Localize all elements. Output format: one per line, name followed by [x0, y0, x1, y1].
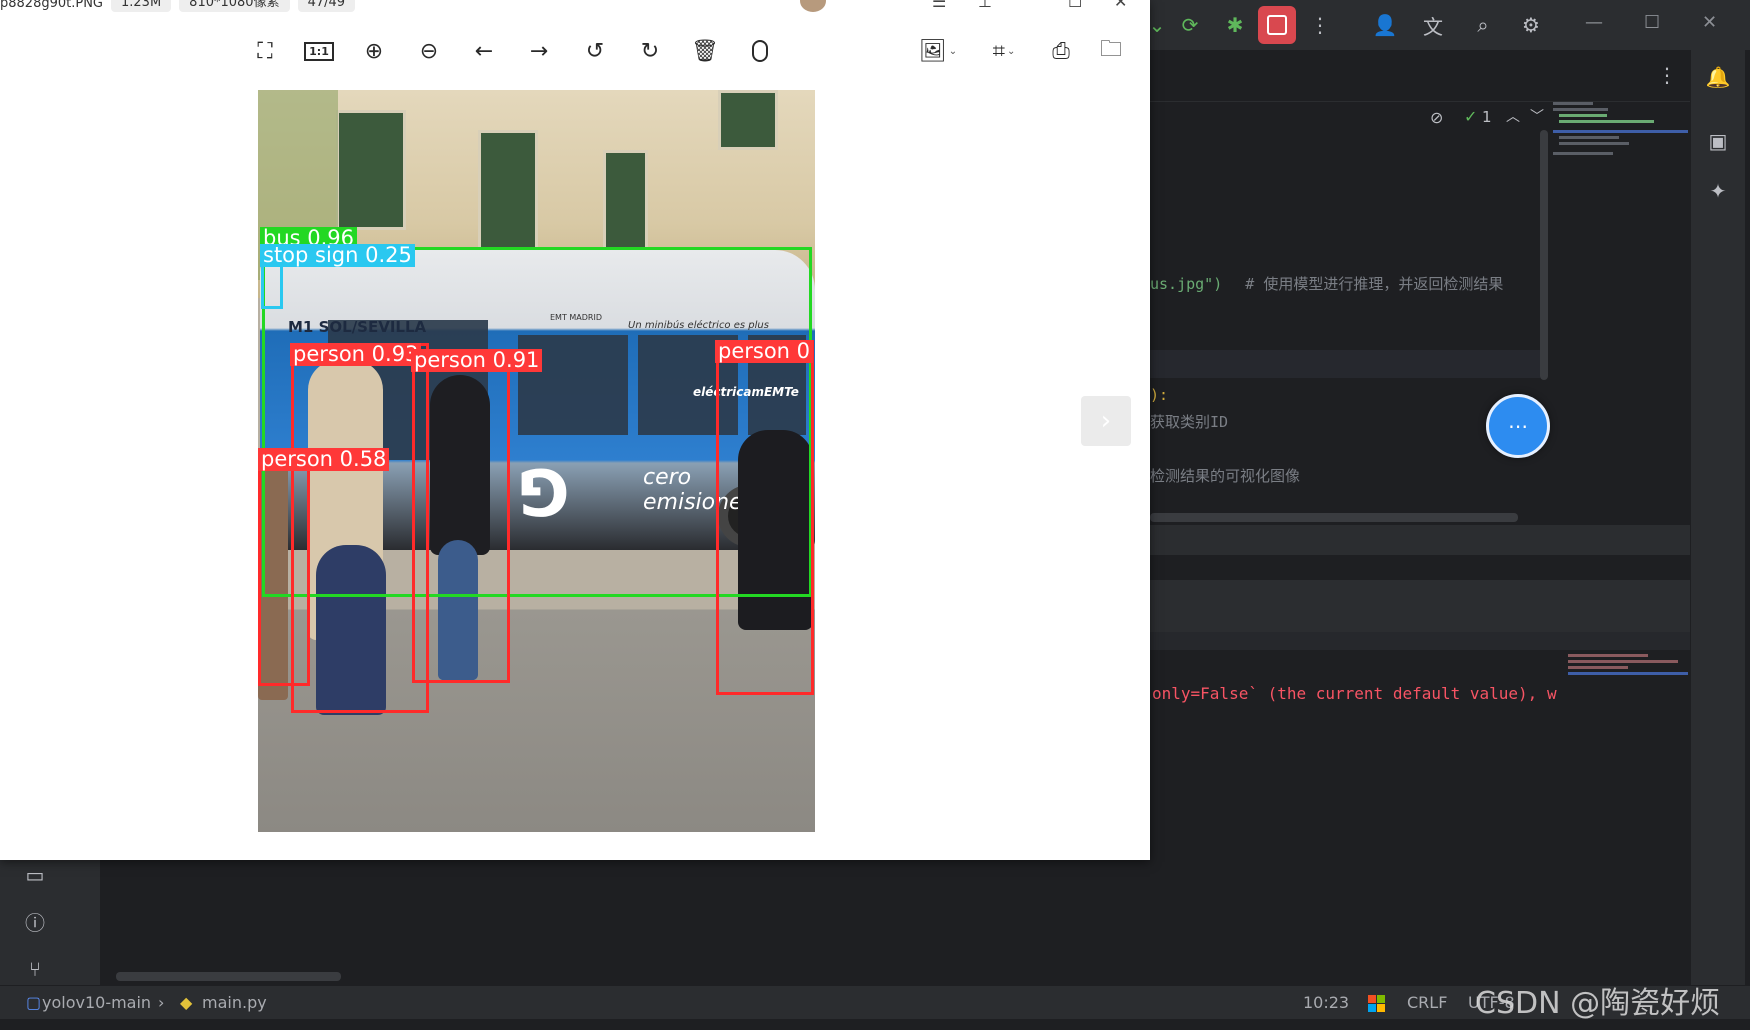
- detection-box-person-2[interactable]: [412, 354, 510, 683]
- debug-icon[interactable]: ✱: [1220, 10, 1250, 40]
- detection-box-person-1[interactable]: [291, 343, 429, 713]
- sparkle-icon[interactable]: ✦: [1703, 176, 1733, 206]
- more-vertical-icon[interactable]: ⋮: [1305, 10, 1335, 40]
- detection-label-person-1: person 0.93: [290, 343, 422, 366]
- module-icon: ▢: [26, 993, 42, 1012]
- chevron-down-icon[interactable]: ﹀: [1530, 106, 1544, 126]
- close-icon[interactable]: ✕: [1114, 0, 1127, 11]
- minimize-icon[interactable]: —: [1585, 12, 1603, 33]
- stop-button[interactable]: [1258, 6, 1296, 44]
- rotate-left-icon[interactable]: ↺: [580, 36, 610, 66]
- editor-vertical-scrollbar[interactable]: [1540, 130, 1548, 380]
- fullscreen-icon[interactable]: ⛶: [250, 36, 280, 66]
- image-dimensions: 810*1080像素: [179, 0, 290, 12]
- code-string: us.jpg"): [1150, 275, 1223, 293]
- mouse-mode-icon[interactable]: [745, 36, 775, 66]
- inspection-ok-icon[interactable]: ✓: [1464, 107, 1477, 126]
- python-file-icon: ◆: [180, 993, 193, 1012]
- viewer-title-bar: p8828g90t.PNG 1.23M 810*1080像素 47/49: [0, 0, 356, 12]
- detection-box-person-4[interactable]: [716, 340, 814, 695]
- building-window: [718, 90, 778, 150]
- file-size: 1.23M: [111, 0, 172, 12]
- watermark: CSDN @陶瓷好烦: [1475, 986, 1721, 1021]
- editor-horizontal-scrollbar[interactable]: [1150, 513, 1518, 522]
- next-arrow-icon[interactable]: →: [524, 36, 554, 66]
- git-icon[interactable]: ⑂: [20, 954, 50, 984]
- ide-toolbar: ⌄ ⟳ ✱ ⋮ 👤 文 ⌕ ⚙ — ☐ ✕: [1149, 0, 1750, 50]
- project-icon[interactable]: ▭: [20, 860, 50, 890]
- image-counter: 47/49: [297, 0, 356, 12]
- ai-assistant-icon[interactable]: ▣: [1703, 126, 1733, 156]
- floating-assistant-button[interactable]: ⋯: [1486, 394, 1550, 458]
- detection-label-person-3: person 0.58: [258, 448, 390, 471]
- code-line[interactable]: us.jpg") # 使用模型进行推理，并返回检测结果: [1150, 273, 1503, 294]
- building-window: [336, 110, 406, 230]
- breadcrumb-project[interactable]: yolov10-main: [42, 993, 151, 1012]
- add-user-icon[interactable]: 👤: [1370, 10, 1400, 40]
- editor-menu-icon[interactable]: ⋮: [1652, 60, 1682, 90]
- detection-label-person-4: person 0: [715, 340, 814, 363]
- problems-icon[interactable]: ⓘ: [20, 906, 50, 936]
- actual-size-icon[interactable]: 1:1: [304, 36, 334, 66]
- file-name: p8828g90t.PNG: [0, 0, 103, 11]
- search-icon[interactable]: ⌕: [1468, 10, 1498, 40]
- crop-icon[interactable]: ⌗ ⌄: [984, 36, 1024, 66]
- rotate-right-icon[interactable]: ↻: [635, 36, 665, 66]
- detection-label-stop-sign: stop sign 0.25: [260, 244, 415, 267]
- breadcrumb-separator: ›: [158, 993, 165, 1012]
- open-folder-icon[interactable]: 🗀: [1096, 36, 1126, 66]
- close-icon[interactable]: ✕: [1702, 12, 1717, 33]
- hide-inspections-icon[interactable]: ⊘: [1430, 108, 1443, 127]
- code-minimap[interactable]: [1553, 100, 1688, 180]
- translate-icon[interactable]: 文: [1418, 10, 1448, 40]
- current-line-highlight: [1150, 350, 1540, 378]
- code-comment[interactable]: 获取类别ID: [1150, 411, 1228, 432]
- detection-box-person-3[interactable]: [258, 448, 310, 686]
- console-warning-text: only=False` (the current default value),…: [1152, 684, 1557, 703]
- bottom-horizontal-scrollbar[interactable]: [116, 972, 341, 981]
- rerun-icon[interactable]: ⟳: [1175, 10, 1205, 40]
- detection-label-person-2: person 0.91: [411, 349, 543, 372]
- breadcrumb-file[interactable]: main.py: [202, 993, 267, 1012]
- code-comment: # 使用模型进行推理，并返回检测结果: [1245, 275, 1504, 293]
- print-icon[interactable]: ⎙: [1046, 36, 1076, 66]
- zoom-in-icon[interactable]: ⊕: [359, 36, 389, 66]
- cursor-position[interactable]: 10:23: [1303, 993, 1349, 1012]
- menu-icon[interactable]: ☰: [932, 0, 946, 11]
- console-minimap: [1568, 652, 1688, 682]
- delete-icon[interactable]: 🗑: [690, 36, 720, 66]
- detection-result-image[interactable]: M1 SOL/SEVILLA Un minibús eléctrico es p…: [258, 90, 815, 832]
- inspection-count: 1: [1482, 108, 1492, 126]
- run-console[interactable]: only=False` (the current default value),…: [1150, 650, 1690, 980]
- image-viewer-window: p8828g90t.PNG 1.23M 810*1080像素 47/49 ☰ ⊥…: [0, 0, 1150, 860]
- avatar[interactable]: [800, 0, 826, 12]
- editor-tabs-bar: ⋮: [1150, 50, 1690, 102]
- zoom-out-icon[interactable]: ⊖: [414, 36, 444, 66]
- maximize-icon[interactable]: ☐: [1068, 0, 1082, 11]
- left-tool-strip: ▭ ⓘ ⑂: [0, 860, 100, 985]
- notifications-icon[interactable]: 🔔: [1703, 62, 1733, 92]
- right-tool-strip: 🔔 ▣ ✦: [1690, 50, 1745, 985]
- previous-arrow-icon[interactable]: ←: [469, 36, 499, 66]
- settings-icon[interactable]: ⚙: [1516, 10, 1546, 40]
- chevron-up-icon[interactable]: ︿: [1506, 106, 1520, 126]
- code-comment[interactable]: 检测结果的可视化图像: [1150, 465, 1300, 486]
- line-ending[interactable]: CRLF: [1407, 993, 1447, 1012]
- image-edit-icon[interactable]: 🖼 ⌄: [918, 36, 958, 66]
- maximize-icon[interactable]: ☐: [1644, 12, 1660, 33]
- next-image-button[interactable]: ›: [1081, 396, 1131, 446]
- detection-box-stop-sign[interactable]: [261, 263, 283, 309]
- code-line[interactable]: ):: [1150, 386, 1168, 404]
- pin-icon[interactable]: ⊥: [978, 0, 992, 11]
